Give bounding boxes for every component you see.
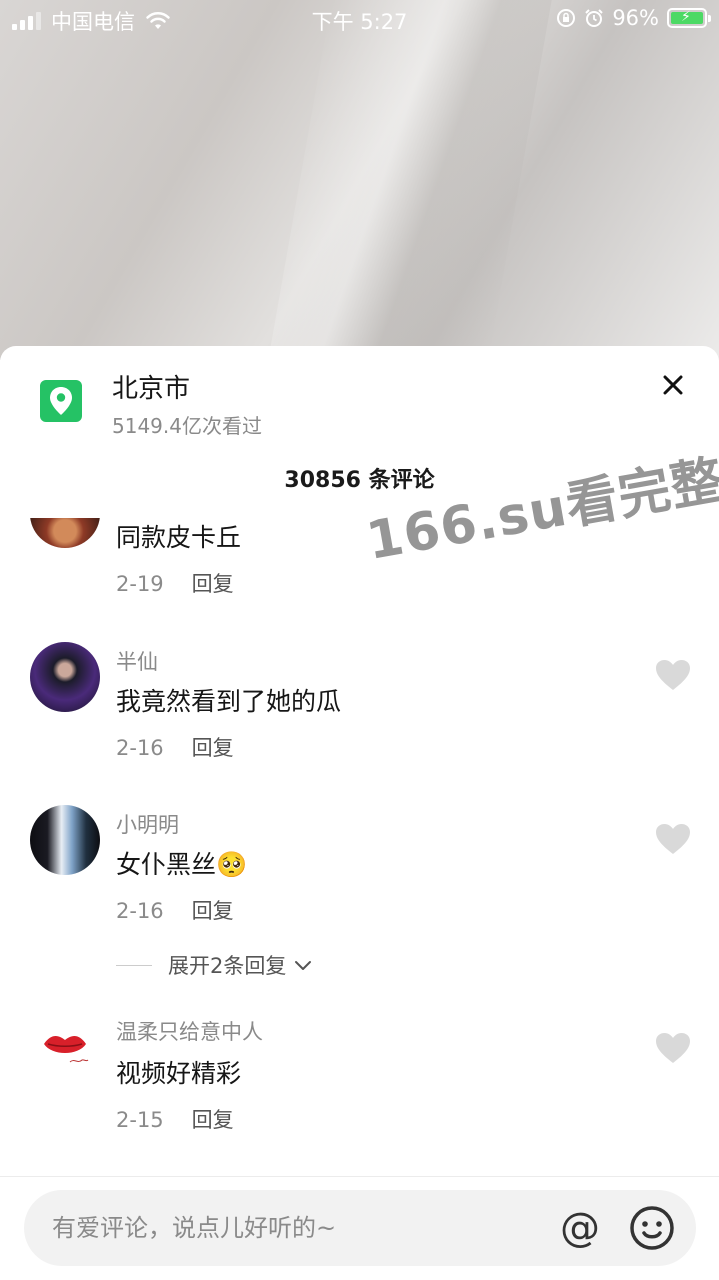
emoji-icon[interactable] (628, 1204, 676, 1252)
reply-button[interactable]: 回复 (192, 1108, 234, 1132)
reply-button[interactable]: 回复 (192, 572, 234, 596)
comment-date: 2-16 (116, 899, 164, 923)
chevron-down-icon (295, 961, 312, 970)
location-views: 5149.4亿次看过 (112, 414, 262, 438)
charging-bolt-icon: ⚡ (681, 9, 691, 25)
comment-username[interactable]: 温柔只给意中人 (116, 1016, 263, 1046)
expand-replies-label: 展开2条回复 (168, 954, 287, 978)
like-heart-icon[interactable] (654, 658, 692, 692)
expand-divider (116, 964, 152, 966)
reply-button[interactable]: 回复 (192, 899, 234, 923)
comment-meta: 2-15 回复 (116, 1104, 234, 1134)
comment-username[interactable]: 小明明 (116, 809, 179, 839)
expand-replies-button[interactable]: 展开2条回复 (116, 950, 314, 980)
battery-percent: 96% (612, 6, 659, 30)
comment-text: 女仆黑丝🥺 (116, 850, 248, 879)
avatar[interactable] (30, 805, 100, 875)
comment-date: 2-19 (116, 572, 164, 596)
comment-text: 视频好精彩 (116, 1059, 242, 1088)
video-background[interactable] (0, 0, 719, 360)
battery-icon: ⚡ (667, 8, 711, 28)
like-heart-icon[interactable] (654, 1031, 692, 1065)
like-heart-icon[interactable] (654, 822, 692, 856)
comment-date: 2-16 (116, 736, 164, 760)
comment-text: 同款皮卡丘 (116, 523, 242, 552)
comment-text: 我竟然看到了她的瓜 (116, 687, 342, 716)
mention-at-button[interactable]: @ (554, 1202, 606, 1254)
location-pin-icon (40, 380, 82, 422)
comment-meta: 2-16 回复 (116, 895, 234, 925)
video-streak (268, 0, 552, 360)
lips-avatar-image (44, 1036, 89, 1063)
comment-input[interactable] (52, 1190, 532, 1266)
comment-meta: 2-16 回复 (116, 732, 234, 762)
reply-button[interactable]: 回复 (192, 736, 234, 760)
status-right: 96% ⚡ (556, 6, 711, 30)
alarm-icon (585, 9, 604, 27)
comment-date: 2-15 (116, 1108, 164, 1132)
rotation-lock-icon (557, 9, 576, 27)
comment-meta: 2-19 回复 (116, 568, 234, 598)
close-icon[interactable] (656, 368, 690, 402)
comment-input-bar[interactable]: @ (24, 1190, 696, 1266)
input-divider (0, 1176, 719, 1177)
avatar[interactable] (30, 1012, 100, 1082)
status-bar: 中国电信 下午 5:27 96% ⚡ (0, 0, 719, 40)
comment-username[interactable]: 半仙 (116, 646, 158, 676)
location-title[interactable]: 北京市 (112, 368, 190, 405)
avatar[interactable] (30, 642, 100, 712)
